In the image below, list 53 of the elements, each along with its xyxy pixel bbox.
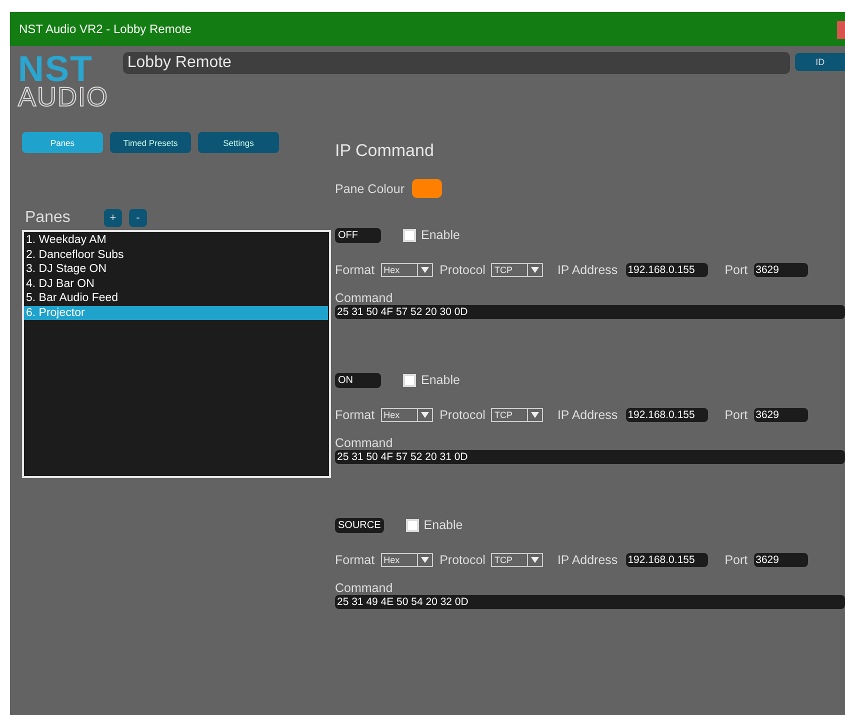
enable-label: Enable [424, 518, 463, 532]
command-name-field[interactable]: OFF [335, 228, 381, 242]
pane-list-item[interactable]: 4. DJ Bar ON [24, 276, 328, 291]
port-label: Port [724, 408, 748, 422]
format-label: Format [335, 553, 375, 567]
pane-list-item[interactable]: 3. DJ Stage ON [24, 262, 328, 276]
port-field[interactable]: 3629 [754, 408, 808, 422]
remove-button[interactable]: - [129, 209, 147, 227]
command-label: Command [335, 292, 394, 305]
format-label: Format [335, 408, 375, 422]
panes-heading: Panes [24, 209, 72, 227]
format-label: Format [335, 263, 375, 277]
ip-address-label: IP Address [557, 553, 618, 567]
command-field[interactable]: 25 31 50 4F 57 52 20 30 0D [335, 305, 845, 319]
protocol-dropdown[interactable]: TCP [491, 408, 544, 422]
port-field[interactable]: 3629 [754, 553, 808, 567]
ip-address-label: IP Address [557, 408, 618, 422]
pane-list-item[interactable]: 1. Weekday AM [24, 233, 328, 248]
protocol-dropdown[interactable]: TCP [491, 263, 544, 277]
tab[interactable]: Settings [198, 132, 279, 153]
enable-label: Enable [421, 373, 460, 387]
add-button[interactable]: + [104, 209, 122, 227]
protocol-label: Protocol [440, 553, 486, 567]
port-field[interactable]: 3629 [754, 263, 808, 277]
ip-address-field[interactable]: 192.168.0.155 [626, 408, 708, 422]
command-field[interactable]: 25 31 49 4E 50 54 20 32 0D [335, 595, 845, 609]
ip-address-field[interactable]: 192.168.0.155 [626, 263, 708, 277]
name-field[interactable]: Lobby Remote [123, 52, 790, 74]
logo-text: NST [18, 54, 93, 84]
command-field[interactable]: 25 31 50 4F 57 52 20 31 0D [335, 450, 845, 464]
id-button[interactable]: ID [795, 53, 845, 71]
format-dropdown[interactable]: Hex [380, 408, 433, 422]
pane-list-item[interactable]: 2. Dancefloor Subs [24, 248, 328, 262]
pane-colour-label: Pane Colour [335, 182, 404, 196]
command-name-field[interactable]: SOURCE [335, 518, 384, 532]
tab[interactable]: Timed Presets [110, 132, 191, 153]
format-dropdown[interactable]: Hex [380, 263, 433, 277]
protocol-label: Protocol [440, 263, 486, 277]
port-label: Port [724, 553, 748, 567]
ip-address-field[interactable]: 192.168.0.155 [626, 553, 708, 567]
logo-text: AUDIO [18, 84, 110, 110]
panel-title: IP Command [335, 141, 435, 161]
command-name-field[interactable]: ON [335, 372, 381, 388]
pane-list-item[interactable]: 5. Bar Audio Feed [24, 291, 328, 306]
port-label: Port [724, 263, 748, 277]
protocol-label: Protocol [440, 408, 486, 422]
enable-label: Enable [421, 228, 460, 242]
protocol-dropdown[interactable]: TCP [491, 553, 544, 567]
command-label: Command [335, 437, 394, 450]
format-dropdown[interactable]: Hex [380, 553, 433, 567]
ip-address-label: IP Address [557, 263, 618, 277]
window-title: NST Audio VR2 - Lobby Remote [19, 22, 192, 36]
command-label: Command [335, 582, 394, 595]
